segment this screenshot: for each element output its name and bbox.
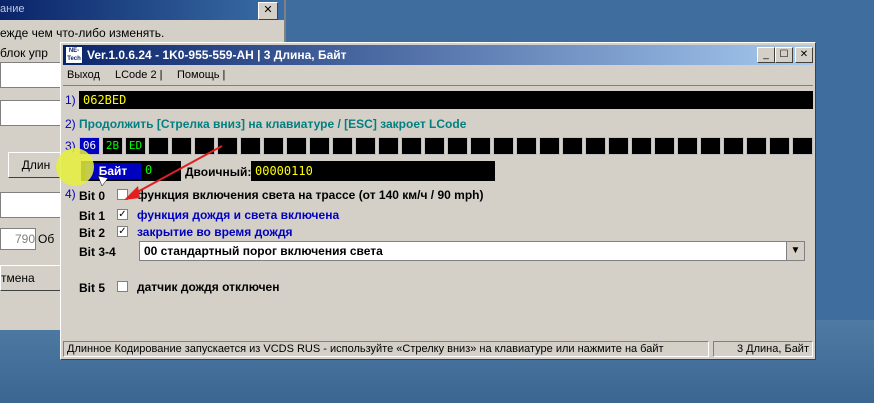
annotation-arrow-icon [97, 145, 223, 200]
